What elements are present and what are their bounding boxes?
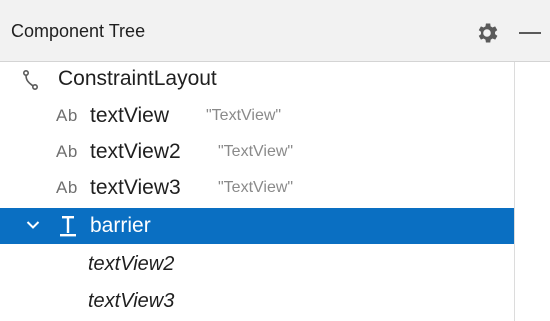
text-view-icon: Ab [56,142,78,161]
barrier-icon [60,216,76,237]
tree-item-text: "TextView" [206,107,282,124]
gear-icon[interactable] [474,20,500,46]
component-tree: ConstraintLayout Ab textView "TextView" … [0,62,514,321]
text-view-icon: Ab [56,106,78,125]
tree-item-label: textView [90,104,169,127]
tree-row-barrier-child[interactable]: textView2 [0,247,514,283]
tree-row-textview[interactable]: Ab textView "TextView" [0,98,514,134]
tree-item-label: textView3 [90,176,181,199]
tree-item-label: ConstraintLayout [58,67,217,90]
tree-item-label: textView2 [90,140,181,163]
tree-row-barrier[interactable]: barrier [0,208,514,244]
chevron-down-icon[interactable] [26,220,40,230]
tree-row-barrier-child[interactable]: textView3 [0,284,514,320]
tree-item-label: barrier [90,214,151,237]
tree-row-textview2[interactable]: Ab textView2 "TextView" [0,134,514,170]
tree-item-text: "TextView" [218,179,294,196]
tree-row-constraint-layout[interactable]: ConstraintLayout [0,62,514,98]
panel-header: Component Tree [0,0,550,62]
minimize-icon[interactable] [519,32,541,34]
text-view-icon: Ab [56,178,78,197]
barrier-reference-label: textView2 [88,253,175,275]
tree-item-text: "TextView" [218,143,294,160]
tree-row-textview3[interactable]: Ab textView3 "TextView" [0,170,514,206]
barrier-reference-label: textView3 [88,290,175,312]
panel-divider [514,62,515,321]
panel-title: Component Tree [11,21,146,41]
constraint-layout-icon [23,70,38,90]
